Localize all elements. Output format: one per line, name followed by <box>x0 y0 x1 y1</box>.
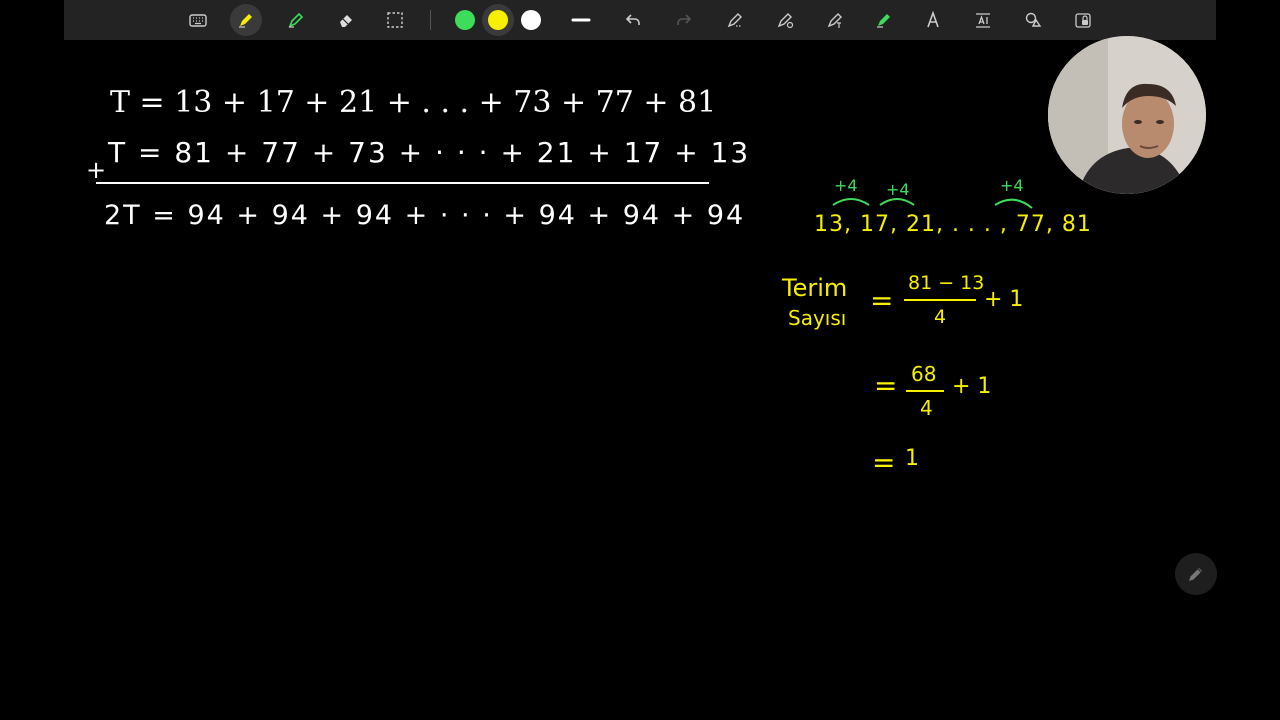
step-label-1: +4 <box>834 176 858 195</box>
fraction2-numerator: 68 <box>911 362 937 386</box>
step-label-3: +4 <box>1000 176 1024 195</box>
fraction1-denominator: 4 <box>934 306 947 328</box>
equals-sign-3: = <box>872 446 896 479</box>
step-label-2: +4 <box>886 180 910 199</box>
fraction1-numerator: 81 − 13 <box>908 272 985 294</box>
pen-fab-button[interactable] <box>1175 553 1217 595</box>
step-arrow-3 <box>994 198 1033 209</box>
presenter-video <box>1048 36 1206 194</box>
fraction1-bar <box>904 299 976 301</box>
fraction2-bar <box>906 390 944 392</box>
term-label-line1: Terim <box>782 274 848 302</box>
edit-pencil-icon <box>1189 568 1202 581</box>
step-arrow-2 <box>879 198 915 206</box>
webcam-overlay[interactable] <box>1048 36 1206 194</box>
plus-one-1: + 1 <box>984 287 1024 312</box>
equals-sign-1: = <box>870 284 894 317</box>
term-label-line2: Sayısı <box>788 306 847 330</box>
step-arrow-1 <box>832 198 870 206</box>
sequence-text: 13, 17, 21, . . . , 77, 81 <box>814 212 1092 237</box>
fraction2-denominator: 4 <box>920 396 933 420</box>
plus-one-2: + 1 <box>952 374 992 399</box>
equals-sign-2: = <box>874 369 898 402</box>
result-partial: 1 <box>905 446 919 471</box>
